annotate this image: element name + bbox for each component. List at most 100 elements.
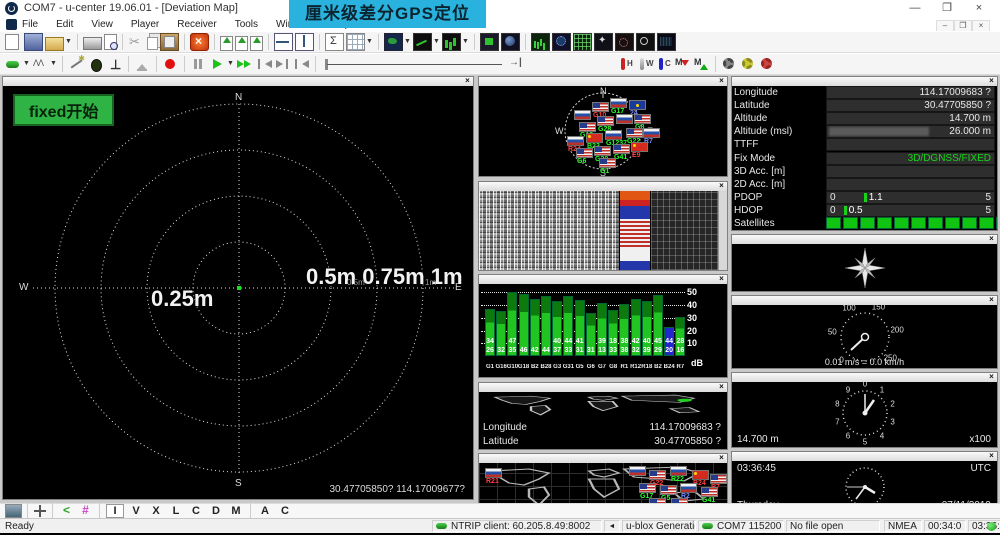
split-horizontal-icon[interactable] — [274, 33, 293, 51]
save-icon[interactable] — [24, 33, 43, 51]
connect-icon[interactable] — [5, 56, 22, 72]
close-panel-icon[interactable]: × — [987, 296, 996, 304]
histogram-caret-icon[interactable]: ▼ — [462, 34, 470, 50]
table-view-icon[interactable] — [346, 33, 365, 51]
step-forward-icon[interactable] — [274, 56, 291, 72]
satellite-cell — [962, 217, 977, 229]
baudrate-caret-icon[interactable]: ▼ — [50, 56, 58, 72]
fast-forward-icon[interactable] — [236, 56, 253, 72]
scale-letter-M[interactable]: M — [226, 505, 246, 517]
record-icon[interactable] — [162, 56, 179, 72]
scale-letter-X[interactable]: X — [146, 505, 166, 517]
menu-view[interactable]: View — [91, 19, 113, 30]
menu-tools[interactable]: Tools — [235, 19, 258, 30]
msg-rate-up-icon[interactable] — [693, 56, 710, 72]
mode-letter-C[interactable]: C — [275, 505, 295, 517]
panel-globe-icon[interactable] — [552, 33, 571, 51]
scale-letter-V[interactable]: V — [126, 505, 146, 517]
screen-icon[interactable] — [5, 504, 22, 518]
scale-letter-C[interactable]: C — [186, 505, 206, 517]
close-panel-icon[interactable]: × — [717, 77, 726, 85]
disconnect-icon[interactable] — [190, 33, 209, 51]
chart-view-icon[interactable] — [413, 33, 432, 51]
debug-bug-icon[interactable] — [87, 56, 104, 72]
signal-value-lower: 20 — [663, 347, 675, 354]
error-gear-icon[interactable] — [759, 56, 776, 72]
status-collapse[interactable]: ◄ — [604, 520, 620, 532]
close-panel-icon[interactable]: × — [987, 452, 996, 460]
text-console-icon[interactable] — [325, 33, 344, 51]
temp-cold-icon[interactable] — [655, 56, 672, 72]
panel-gauge-icon[interactable] — [615, 33, 634, 51]
mode-letter-A[interactable]: A — [255, 505, 275, 517]
eject-icon[interactable] — [134, 56, 151, 72]
paste-icon[interactable] — [160, 33, 179, 51]
status-ready: Ready — [2, 520, 428, 532]
temp-hot-icon[interactable] — [617, 56, 634, 72]
close-panel-icon[interactable]: × — [717, 383, 726, 391]
mdi-document-icon[interactable] — [6, 19, 17, 30]
msg-rate-down-icon[interactable] — [674, 56, 691, 72]
autoconfig-wand-icon[interactable] — [68, 56, 85, 72]
print-preview-icon[interactable] — [104, 34, 117, 50]
baudrate-icon[interactable] — [32, 56, 49, 72]
open-caret-icon[interactable]: ▼ — [65, 34, 73, 50]
chart-caret-icon[interactable]: ▼ — [433, 34, 441, 50]
close-panel-icon[interactable]: × — [987, 373, 996, 381]
warning-gear-icon[interactable] — [740, 56, 757, 72]
step-back-icon[interactable] — [255, 56, 272, 72]
jump-start-icon[interactable] — [293, 56, 310, 72]
export-gearth-icon[interactable] — [250, 36, 263, 51]
export-text-icon[interactable] — [220, 36, 233, 51]
cut-icon[interactable] — [128, 34, 145, 50]
panel-map-icon[interactable] — [657, 33, 676, 51]
table-scrollbar[interactable] — [718, 191, 727, 270]
table-caret-icon[interactable]: ▼ — [366, 34, 374, 50]
antenna-icon[interactable] — [106, 56, 123, 72]
close-panel-icon[interactable]: × — [717, 275, 726, 283]
position-slider[interactable] — [321, 56, 506, 72]
print-icon[interactable] — [83, 37, 102, 50]
signal-value-upper: 39 — [596, 338, 608, 345]
grid-toggle-icon[interactable]: # — [77, 503, 94, 519]
connect-caret-icon[interactable]: ▼ — [23, 56, 31, 72]
sky-globe-icon[interactable] — [501, 33, 520, 51]
map-caret-icon[interactable]: ▼ — [404, 34, 412, 50]
close-panel-icon[interactable]: × — [717, 182, 726, 190]
temp-warm-icon[interactable] — [636, 56, 653, 72]
panel-compass-icon[interactable] — [594, 33, 613, 51]
open-icon[interactable] — [45, 37, 64, 51]
scale-letter-D[interactable]: D — [206, 505, 226, 517]
split-vertical-icon[interactable] — [295, 33, 314, 51]
pause-icon[interactable] — [190, 56, 207, 72]
export-kml-icon[interactable] — [235, 36, 248, 51]
histogram-view-icon[interactable] — [442, 33, 461, 51]
play-caret-icon[interactable]: ▼ — [227, 56, 235, 72]
camera-view-icon[interactable] — [480, 33, 499, 51]
play-icon[interactable] — [209, 56, 226, 72]
panel-clock-icon[interactable] — [636, 33, 655, 51]
jump-end-icon[interactable] — [508, 56, 525, 72]
pan-move-icon[interactable] — [33, 503, 47, 519]
close-panel-icon[interactable]: × — [463, 77, 472, 85]
new-file-icon[interactable] — [5, 34, 19, 50]
settings-gear-icon[interactable] — [721, 56, 738, 72]
copy-icon[interactable] — [147, 37, 158, 50]
close-panel-icon[interactable]: × — [987, 77, 996, 85]
minimize-button[interactable]: — — [902, 1, 928, 16]
close-panel-icon[interactable]: × — [717, 454, 726, 462]
altimeter-digit: 4 — [880, 432, 884, 441]
restore-button[interactable]: ❐ — [934, 1, 960, 16]
close-panel-icon[interactable]: × — [987, 235, 996, 243]
panel-table-icon[interactable] — [573, 33, 592, 51]
zoom-out-icon[interactable]: < — [58, 503, 75, 519]
scale-letter-I[interactable]: I — [106, 504, 124, 518]
menu-receiver[interactable]: Receiver — [177, 19, 216, 30]
map-view-icon[interactable] — [384, 33, 403, 51]
scale-letter-L[interactable]: L — [166, 505, 186, 517]
panel-signal-icon[interactable] — [531, 33, 550, 51]
menu-edit[interactable]: Edit — [56, 19, 73, 30]
close-button[interactable]: × — [966, 1, 992, 16]
menu-file[interactable]: File — [22, 19, 38, 30]
menu-player[interactable]: Player — [131, 19, 159, 30]
